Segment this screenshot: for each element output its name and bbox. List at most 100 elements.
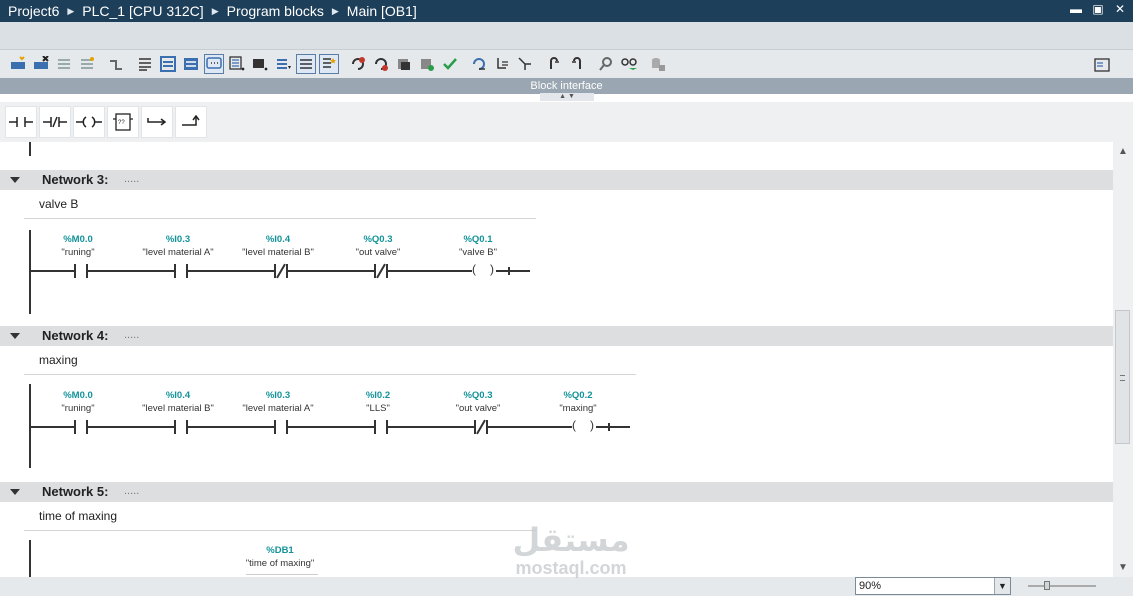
watermark-arabic: مستقل [512, 522, 630, 558]
editor-toolbar [0, 50, 1133, 78]
download-block-icon[interactable] [273, 54, 293, 74]
add-row-icon[interactable] [77, 54, 97, 74]
normally-open-contact[interactable] [274, 420, 288, 434]
scroll-down-icon[interactable]: ▼ [1117, 562, 1129, 573]
block-interface-splitter[interactable]: ▲ ▼ [540, 93, 594, 101]
chevron-down-icon[interactable]: ▼ [994, 578, 1010, 594]
network-header[interactable]: Network 5: ..... [0, 482, 1113, 502]
breadcrumb-main[interactable]: Main [OB1] [347, 3, 417, 19]
normally-closed-contact[interactable] [474, 419, 488, 435]
network-overview-icon[interactable] [158, 54, 178, 74]
ladder-element-bar: ?? [0, 102, 1133, 142]
network-title-placeholder[interactable]: ..... [124, 329, 139, 341]
minimize-button[interactable]: ▬ [1069, 2, 1083, 16]
open-branch-icon[interactable] [106, 54, 126, 74]
operand-tag[interactable]: "level material A" [128, 247, 228, 258]
search-icon[interactable] [596, 54, 616, 74]
comments-toggle-icon[interactable] [204, 54, 224, 74]
go-to-previous-icon[interactable] [469, 54, 489, 74]
power-rail [29, 142, 31, 156]
restore-button[interactable]: ▣ [1091, 2, 1105, 16]
operand-tag[interactable]: "maxing" [528, 403, 628, 414]
network-comment[interactable]: maxing [24, 348, 636, 375]
insert-row-icon[interactable] [54, 54, 74, 74]
normally-closed-contact[interactable] [374, 263, 388, 279]
breadcrumb-project[interactable]: Project6 [8, 3, 59, 19]
normally-open-contact[interactable] [74, 420, 88, 434]
close-branch-arrow-icon[interactable] [175, 106, 207, 138]
network-header[interactable]: Network 3: ..... [0, 170, 1113, 190]
collapse-triangle-icon[interactable] [10, 177, 20, 183]
breadcrumb-program-blocks[interactable]: Program blocks [227, 3, 324, 19]
compile-icon[interactable] [417, 54, 437, 74]
normally-open-contact[interactable] [374, 420, 388, 434]
network-title-placeholder[interactable]: ..... [124, 485, 139, 497]
go-to-next-icon[interactable] [492, 54, 512, 74]
collapse-triangle-icon[interactable] [10, 333, 20, 339]
operand-tag[interactable]: "LLS" [328, 403, 428, 414]
jump-to-icon[interactable] [515, 54, 535, 74]
operand-tag[interactable]: "level material B" [228, 247, 328, 258]
check-consistency-icon[interactable] [440, 54, 460, 74]
delete-network-icon[interactable] [31, 54, 51, 74]
display-tags-icon[interactable] [250, 54, 270, 74]
operand-address: %Q0.2 [563, 390, 593, 401]
network-comment[interactable]: valve B [24, 192, 536, 219]
zoom-slider-knob[interactable] [1044, 581, 1050, 590]
database-icon[interactable] [648, 54, 668, 74]
network-title-placeholder[interactable]: ..... [124, 173, 139, 185]
absolute-operands-icon[interactable] [135, 54, 155, 74]
scroll-thumb[interactable] [1115, 310, 1130, 444]
grip-icon [1120, 375, 1125, 381]
split-editor-icon[interactable] [1092, 55, 1112, 75]
normally-open-contact[interactable] [74, 264, 88, 278]
operand-tag[interactable]: "runing" [28, 247, 128, 258]
highlight-icon[interactable] [319, 54, 339, 74]
list-view-icon[interactable] [296, 54, 316, 74]
operand-tag[interactable]: "level material A" [228, 403, 328, 414]
operand-tag[interactable]: "level material B" [128, 403, 228, 414]
normally-open-contact[interactable] [174, 420, 188, 434]
compare-online-icon[interactable] [394, 54, 414, 74]
vertical-scrollbar[interactable]: ▲ ▼ [1113, 142, 1133, 577]
operand-tag[interactable]: "out valve" [428, 403, 528, 414]
open-branch-arrow-icon[interactable] [141, 106, 173, 138]
set-breakpoint-icon[interactable] [348, 54, 368, 74]
zoom-value: 90% [859, 580, 882, 592]
breadcrumb: Project6 ▶ PLC_1 [CPU 312C] ▶ Program bl… [8, 3, 417, 19]
insert-network-icon[interactable] [8, 54, 28, 74]
network-header[interactable]: Network 4: ..... [0, 326, 1113, 346]
operand-tag[interactable]: "out valve" [328, 247, 428, 258]
zoom-select[interactable]: 90% ▼ [855, 577, 1011, 595]
monitoring-on-icon[interactable] [544, 54, 564, 74]
scroll-up-icon[interactable]: ▲ [1117, 146, 1129, 157]
db-address: %DB1 [266, 545, 294, 556]
db-tag[interactable]: "time of maxing" [230, 558, 330, 569]
ladder-editor[interactable]: Network 3: ..... valve B Network 4: ....… [0, 142, 1113, 577]
glasses-monitor-icon[interactable] [619, 54, 639, 74]
output-coil[interactable]: () [472, 262, 494, 279]
output-coil-icon[interactable] [73, 106, 105, 138]
normally-closed-contact[interactable] [274, 263, 288, 279]
monitoring-off-icon[interactable] [567, 54, 587, 74]
operand-tag[interactable]: "runing" [28, 403, 128, 414]
remove-breakpoint-icon[interactable] [371, 54, 391, 74]
collapse-triangle-icon[interactable] [10, 489, 20, 495]
output-coil[interactable]: () [572, 418, 594, 435]
normally-closed-contact-icon[interactable] [39, 106, 71, 138]
chevron-right-icon: ▶ [211, 5, 219, 16]
normally-open-contact-icon[interactable] [5, 106, 37, 138]
empty-box-icon[interactable]: ?? [107, 106, 139, 138]
rung-end [508, 267, 510, 275]
operand-tag[interactable]: "valve B" [428, 247, 528, 258]
close-button[interactable]: ✕ [1113, 2, 1127, 16]
zoom-slider[interactable] [1028, 581, 1096, 590]
normally-open-contact[interactable] [174, 264, 188, 278]
breadcrumb-plc[interactable]: PLC_1 [CPU 312C] [82, 3, 203, 19]
collapse-networks-icon[interactable] [181, 54, 201, 74]
timer-box-top[interactable] [246, 574, 318, 575]
favorites-icon[interactable] [227, 54, 247, 74]
network-comment[interactable]: time of maxing [24, 504, 536, 531]
block-interface-bar[interactable]: Block interface [0, 78, 1133, 94]
rung-wire [31, 426, 630, 428]
